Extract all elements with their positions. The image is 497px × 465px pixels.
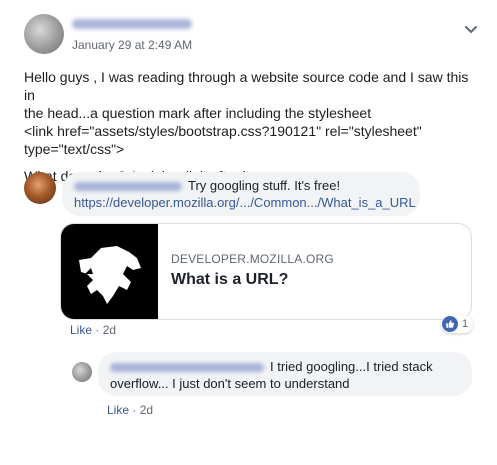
chevron-down-icon[interactable] bbox=[462, 20, 480, 38]
separator: · bbox=[129, 403, 140, 417]
like-button[interactable]: Like bbox=[70, 323, 92, 337]
reply-text-line: I tried googling...I tried stack bbox=[270, 359, 433, 374]
reply-author-redacted[interactable] bbox=[110, 363, 264, 373]
post-text-line: <link href="assets/styles/bootstrap.css?… bbox=[24, 123, 422, 139]
commenter-name-redacted[interactable] bbox=[74, 182, 182, 192]
thumbs-up-icon bbox=[442, 316, 458, 332]
post-timestamp[interactable]: January 29 at 2:49 AM bbox=[72, 38, 192, 52]
reply-text-line: overflow... I just don't seem to underst… bbox=[110, 376, 350, 391]
post-header: January 29 at 2:49 AM bbox=[24, 14, 484, 58]
comment-actions: Like · 2d bbox=[70, 323, 116, 337]
reaction-number: 1 bbox=[462, 318, 469, 330]
post-text-line: Hello guys , I was reading through a web… bbox=[24, 69, 469, 103]
mdn-dino-icon bbox=[79, 246, 141, 304]
author-name-redacted[interactable] bbox=[72, 19, 192, 29]
reply-time[interactable]: 2d bbox=[140, 403, 153, 417]
link-preview-domain: DEVELOPER.MOZILLA.ORG bbox=[171, 252, 334, 266]
separator: · bbox=[92, 323, 103, 337]
post-text-line: type="text/css"> bbox=[24, 141, 125, 157]
post-text-line: the head...a question mark after includi… bbox=[24, 105, 372, 121]
reply-bubble: I tried googling...I tried stack overflo… bbox=[98, 352, 472, 396]
comment-bubble: Try googling stuff. It's free! https://d… bbox=[62, 172, 420, 216]
avatar[interactable] bbox=[24, 14, 64, 54]
link-preview-card[interactable]: DEVELOPER.MOZILLA.ORG What is a URL? bbox=[60, 223, 472, 320]
reaction-count[interactable]: 1 bbox=[441, 315, 474, 333]
reply-actions: Like · 2d bbox=[107, 403, 153, 417]
comment-link[interactable]: https://developer.mozilla.org/.../Common… bbox=[74, 195, 416, 210]
like-button[interactable]: Like bbox=[107, 403, 129, 417]
reply-avatar[interactable] bbox=[72, 362, 92, 382]
commenter-avatar[interactable] bbox=[24, 172, 56, 204]
link-preview-title[interactable]: What is a URL? bbox=[171, 271, 288, 289]
post-text: Hello guys , I was reading through a web… bbox=[24, 68, 474, 185]
comment-text: Try googling stuff. It's free! bbox=[188, 178, 341, 193]
link-preview-image bbox=[61, 224, 158, 319]
comment-time[interactable]: 2d bbox=[103, 323, 116, 337]
